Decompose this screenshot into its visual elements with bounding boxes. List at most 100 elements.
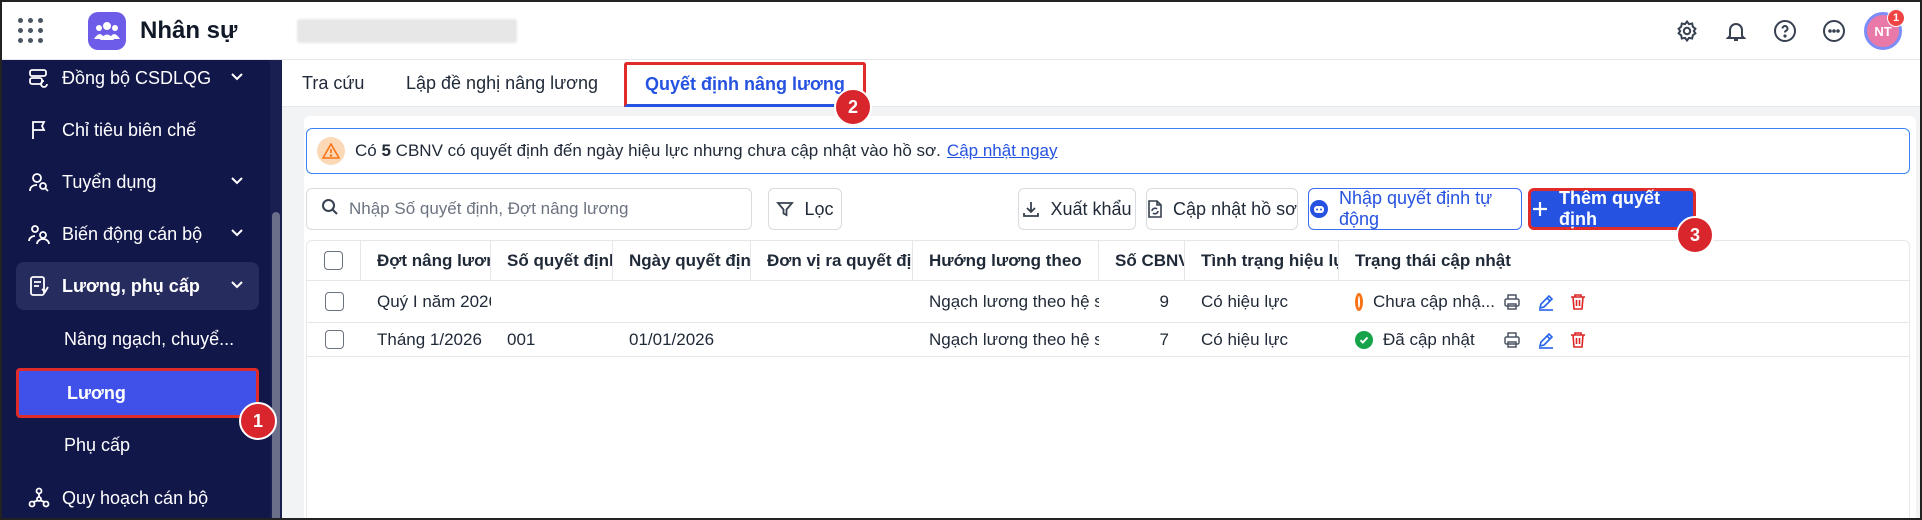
update-profile-button[interactable]: Cập nhật hồ sơ — [1146, 188, 1298, 230]
tab-lap-de-nghi-nang-luong[interactable]: Lập đề nghị nâng lương — [406, 60, 598, 107]
column-header[interactable]: Trạng thái cập nhật — [1339, 241, 1909, 280]
table-row[interactable]: Quý I năm 2026 Ngạch lương theo hệ số 9 … — [307, 281, 1909, 323]
cell-ngay-qd: 01/01/2026 — [629, 329, 715, 349]
sidebar-item-chi-tieu-bien-che[interactable]: Chỉ tiêu biên chế — [16, 106, 259, 154]
robot-icon — [1309, 199, 1329, 219]
download-icon — [1022, 200, 1040, 218]
tab-quyet-dinh-nang-luong[interactable]: Quyết định nâng lương — [624, 62, 866, 107]
column-header[interactable]: Tình trạng hiệu lực — [1185, 241, 1339, 280]
flag-icon — [26, 117, 52, 143]
users-swap-icon — [26, 221, 52, 247]
cell-ngay-qd — [613, 281, 751, 322]
status-text: Đã cập nhật — [1383, 329, 1475, 349]
sidebar-item-luong-phu-cap[interactable]: Lương, phụ cấp — [16, 262, 259, 310]
search-input[interactable] — [349, 199, 729, 219]
select-all-checkbox[interactable] — [324, 251, 343, 270]
plus-icon — [1531, 200, 1549, 218]
org-chart-icon — [26, 485, 52, 511]
cell-trang-thai: Đã cập nhật — [1339, 323, 1495, 356]
sidebar-subitem-nang-ngach[interactable]: Nâng ngạch, chuyể... — [16, 316, 259, 362]
sidebar-item-label: Biến động cán bộ — [62, 223, 203, 244]
sidebar-item-bien-dong-can-bo[interactable]: Biến động cán bộ — [16, 210, 259, 258]
notification-badge: 1 — [1887, 9, 1905, 27]
chevron-down-icon — [229, 68, 245, 89]
bell-icon[interactable] — [1717, 12, 1755, 50]
cell-so-cbnv: 9 — [1159, 291, 1169, 311]
tab-tra-cuu[interactable]: Tra cứu — [302, 60, 364, 107]
sidebar-item-dong-bo-csdlqg[interactable]: Đồng bộ CSDLQG — [16, 54, 259, 102]
chevron-down-icon — [229, 172, 245, 193]
step-marker-1: 1 — [239, 402, 277, 440]
pending-status-icon — [1355, 292, 1364, 311]
column-header[interactable]: Số CBNV — [1099, 241, 1185, 280]
sidebar-item-label: Tuyển dụng — [62, 171, 157, 192]
auto-import-button[interactable]: Nhập quyết định tự động — [1308, 188, 1522, 230]
app-window: Nhân sự NT 1 Đồng bộ CSDLQG Chỉ tiêu biê… — [0, 0, 1922, 520]
export-label: Xuất khẩu — [1050, 198, 1132, 219]
cell-dot: Tháng 1/2026 — [377, 329, 482, 349]
more-icon[interactable] — [1815, 12, 1853, 50]
row-checkbox[interactable] — [324, 292, 344, 311]
main-content: Tra cứu Lập đề nghị nâng lương Quyết địn… — [282, 60, 1920, 518]
sidebar-subitem-luong[interactable]: Lương — [16, 368, 259, 418]
filter-icon — [776, 200, 795, 218]
settings-gear-icon[interactable] — [1668, 12, 1706, 50]
apps-grid-icon[interactable] — [18, 17, 44, 44]
chevron-up-icon — [229, 276, 245, 297]
avatar-initials: NT — [1874, 23, 1892, 39]
column-header[interactable]: Đơn vị ra quyết định — [751, 241, 913, 280]
sidebar-scrollbar-thumb[interactable] — [272, 212, 280, 518]
add-decision-button[interactable]: Thêm quyết định — [1528, 188, 1696, 230]
cell-so-qd — [491, 281, 613, 322]
cell-tinh-trang: Có hiệu lực — [1201, 291, 1288, 311]
column-header[interactable]: Hướng lương theo — [913, 241, 1099, 280]
sidebar-item-label: Chỉ tiêu biên chế — [62, 119, 197, 140]
filter-label: Lọc — [804, 198, 834, 219]
sidebar-subitem-phu-cap[interactable]: Phụ cấp — [16, 422, 259, 468]
avatar[interactable]: NT 1 — [1864, 9, 1905, 50]
table-header: Đợt nâng lương Số quyết định Ngày quyết … — [307, 241, 1909, 281]
cell-huong-luong: Ngạch lương theo hệ số — [929, 329, 1099, 349]
cell-huong-luong: Ngạch lương theo hệ số — [929, 291, 1099, 311]
cell-dot: Quý I năm 2026 — [377, 291, 491, 311]
row-checkbox[interactable] — [324, 330, 344, 349]
cell-don-vi — [751, 323, 913, 356]
step-marker-2: 2 — [834, 88, 872, 126]
sidebar-item-quy-hoach-can-bo[interactable]: Quy hoạch cán bộ — [16, 474, 259, 518]
help-icon[interactable] — [1766, 12, 1804, 50]
sidebar-item-label: Đồng bộ CSDLQG — [62, 67, 212, 88]
filter-button[interactable]: Lọc — [768, 188, 842, 230]
tab-bar: Tra cứu Lập đề nghị nâng lương Quyết địn… — [282, 60, 1920, 107]
cell-don-vi — [751, 281, 913, 322]
content-panel: Có 5 CBNV có quyết định đến ngày hiệu lự… — [304, 116, 1916, 518]
print-icon[interactable] — [1503, 323, 1521, 356]
top-bar: Nhân sự NT 1 — [2, 2, 1920, 60]
export-button[interactable]: Xuất khẩu — [1018, 188, 1136, 230]
cell-tinh-trang: Có hiệu lực — [1201, 329, 1288, 349]
database-sync-icon — [26, 65, 52, 91]
sidebar-item-tuyen-dung[interactable]: Tuyển dụng — [16, 158, 259, 206]
check-circle-icon — [1355, 330, 1373, 349]
edit-icon[interactable] — [1537, 281, 1555, 322]
edit-icon[interactable] — [1537, 323, 1555, 356]
auto-import-label: Nhập quyết định tự động — [1339, 188, 1493, 229]
alert-prefix: Có — [355, 141, 377, 160]
alert-text: CBNV có quyết định đến ngày hiệu lực như… — [395, 141, 941, 160]
app-logo-icon — [88, 11, 126, 50]
delete-icon[interactable] — [1569, 323, 1587, 356]
status-text: Chưa cập nhậ... — [1373, 291, 1495, 311]
column-header[interactable]: Đợt nâng lương — [361, 241, 491, 280]
blurred-org-name — [297, 18, 518, 43]
update-now-link[interactable]: Cập nhật ngay — [947, 141, 1058, 161]
column-header[interactable]: Ngày quyết định — [613, 241, 751, 280]
warning-icon — [317, 137, 345, 165]
cell-so-qd: 001 — [507, 329, 536, 349]
table-row[interactable]: Tháng 1/2026 001 01/01/2026 Ngạch lương … — [307, 323, 1909, 357]
app-title: Nhân sự — [140, 16, 238, 44]
step-marker-3: 3 — [1676, 216, 1714, 254]
column-header[interactable]: Số quyết định — [491, 241, 613, 280]
print-icon[interactable] — [1503, 281, 1521, 322]
delete-icon[interactable] — [1569, 281, 1587, 322]
alert-count: 5 — [381, 141, 391, 160]
cell-trang-thai: Chưa cập nhậ... — [1339, 281, 1495, 322]
